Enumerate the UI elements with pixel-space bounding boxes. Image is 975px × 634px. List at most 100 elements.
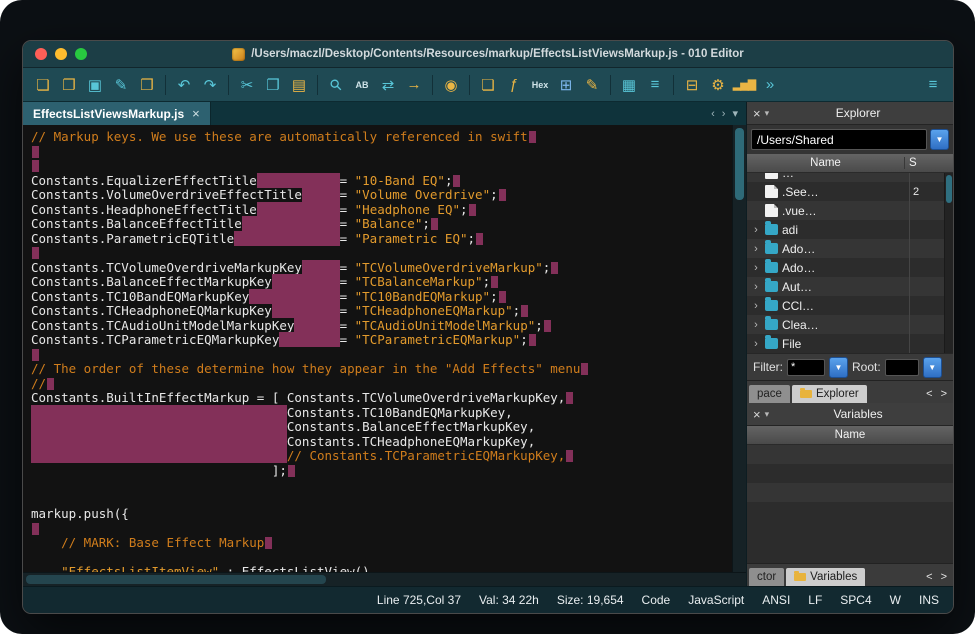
tab-variables[interactable]: Variables — [786, 568, 865, 586]
tab-inspector[interactable]: ctor — [749, 568, 784, 586]
selection-stub — [529, 131, 536, 143]
expand-chevron-icon[interactable]: › — [751, 262, 761, 274]
folder-icon — [765, 281, 778, 292]
hex-grid-icon[interactable]: ⊞ — [554, 73, 578, 97]
copy-icon[interactable]: ❐ — [261, 73, 285, 97]
editor-column: EffectsListViewsMarkup.js × ‹ › ▾ // Mar… — [23, 102, 746, 586]
code-line: Constants.HeadphoneEffectTitle = "Headph… — [31, 203, 732, 218]
editor-horizontal-scrollbar[interactable] — [23, 572, 746, 586]
paste-icon[interactable]: ▤ — [287, 73, 311, 97]
expand-chevron-icon[interactable]: › — [751, 224, 761, 236]
variables-tab-left-icon[interactable]: < — [926, 571, 932, 583]
minimize-window-button[interactable] — [55, 48, 67, 60]
tab-close-icon[interactable]: × — [192, 106, 200, 121]
menu-icon[interactable]: ≡ — [921, 73, 945, 97]
tab-explorer[interactable]: Explorer — [792, 385, 867, 403]
path-dropdown-button[interactable]: ▼ — [930, 129, 949, 150]
chart-icon[interactable]: ▂▅▇ — [732, 73, 756, 97]
selection-block — [294, 318, 339, 333]
variables-column-header: Name — [747, 426, 953, 445]
variables-name-column-header[interactable]: Name — [747, 429, 953, 441]
variables-close-icon[interactable]: × — [753, 407, 761, 422]
tools-icon[interactable]: ⚙ — [706, 73, 730, 97]
explorer-row[interactable]: .See…2 — [747, 182, 953, 201]
code-text: // Constants.TCParametricEQMarkupKey, — [287, 448, 565, 463]
edit-grid-icon[interactable]: ✎ — [580, 73, 604, 97]
variables-tab-right-icon[interactable]: > — [941, 571, 947, 583]
table-view-icon[interactable]: ▦ — [617, 73, 641, 97]
find-text-icon[interactable]: AB — [350, 73, 374, 97]
code-text: Constants.TCParametricEQMarkupKey — [31, 332, 279, 347]
explorer-row[interactable]: ›Ado… — [747, 239, 953, 258]
title-bar[interactable]: /Users/maczl/Desktop/Contents/Resources/… — [23, 41, 953, 68]
open-folder-icon[interactable]: ❐ — [57, 73, 81, 97]
toolbar-separator — [228, 75, 229, 95]
status-item: Line 725,Col 37 — [377, 593, 461, 607]
panel-tab-left-icon[interactable]: < — [926, 388, 932, 400]
desktop-backdrop: /Users/maczl/Desktop/Contents/Resources/… — [0, 0, 975, 634]
root-dropdown-button[interactable]: ▼ — [923, 357, 942, 378]
hex-mode-icon[interactable]: Hex — [528, 73, 552, 97]
panel-tab-right-icon[interactable]: > — [941, 388, 947, 400]
calculator-icon[interactable]: ⊟ — [680, 73, 704, 97]
compare-icon[interactable]: ◉ — [439, 73, 463, 97]
code-line — [31, 246, 732, 261]
expand-chevron-icon[interactable]: › — [751, 281, 761, 293]
code-area[interactable]: // Markup keys. We use these are automat… — [23, 125, 732, 572]
explorer-row[interactable]: ›Ado… — [747, 258, 953, 277]
vertical-scrollbar-thumb[interactable] — [735, 128, 744, 200]
explorer-scrollbar[interactable] — [944, 173, 953, 353]
scripts-icon[interactable]: ƒ — [502, 73, 526, 97]
more-tools-icon[interactable]: » — [758, 73, 782, 97]
save-icon[interactable]: ▣ — [83, 73, 107, 97]
code-line: Constants.BalanceEffectMarkupKey, — [31, 420, 732, 435]
goto-icon[interactable]: → — [402, 73, 426, 97]
code-text: Constants.TCHeadphoneEQMarkupKey, — [287, 434, 535, 449]
expand-chevron-icon[interactable]: › — [751, 338, 761, 350]
code-line: Constants.TC10BandEQMarkupKey = "TC10Ban… — [31, 290, 732, 305]
code-text: "10-Band EQ" — [355, 173, 445, 188]
selection-stub — [32, 160, 39, 172]
explorer-row[interactable]: ›Clea… — [747, 315, 953, 334]
tab-workspace[interactable]: pace — [749, 385, 790, 403]
tab-effectslistviewsmarkup[interactable]: EffectsListViewsMarkup.js × — [23, 102, 211, 125]
horizontal-scrollbar-thumb[interactable] — [26, 575, 326, 584]
find-icon[interactable]: ⚲ — [319, 68, 353, 102]
path-combo-box[interactable]: /Users/Shared — [751, 129, 927, 150]
expand-chevron-icon[interactable]: › — [751, 243, 761, 255]
folder-icon — [765, 262, 778, 273]
tab-scroll-left-icon[interactable]: ‹ — [711, 108, 715, 120]
explorer-scrollbar-thumb[interactable] — [946, 175, 952, 203]
expand-chevron-icon[interactable]: › — [751, 319, 761, 331]
filter-input[interactable] — [787, 359, 825, 376]
save-as-icon[interactable]: ✎ — [109, 73, 133, 97]
undo-icon[interactable]: ↶ — [172, 73, 196, 97]
replace-icon[interactable]: ⇄ — [376, 73, 400, 97]
templates-icon[interactable]: ❏ — [476, 73, 500, 97]
explorer-row[interactable]: ›adi — [747, 220, 953, 239]
explorer-row[interactable]: ›CCl… — [747, 296, 953, 315]
redo-icon[interactable]: ↷ — [198, 73, 222, 97]
tab-scroll-right-icon[interactable]: › — [722, 108, 726, 120]
explorer-row[interactable]: … — [747, 173, 953, 182]
zoom-window-button[interactable] — [75, 48, 87, 60]
code-text: "TC10BandEQMarkup" — [355, 289, 490, 304]
size-column-header[interactable]: S — [904, 157, 953, 169]
filter-dropdown-button[interactable]: ▼ — [829, 357, 848, 378]
expand-chevron-icon[interactable]: › — [751, 300, 761, 312]
explorer-close-icon[interactable]: × — [753, 106, 761, 121]
explorer-row[interactable]: ›File — [747, 334, 953, 353]
save-all-icon[interactable]: ❒ — [135, 73, 159, 97]
root-input[interactable] — [885, 359, 919, 376]
explorer-row[interactable]: ›Aut… — [747, 277, 953, 296]
list-view-icon[interactable]: ≡ — [643, 73, 667, 97]
explorer-row[interactable]: .vue… — [747, 201, 953, 220]
code-text: = — [340, 173, 355, 188]
editor-vertical-scrollbar[interactable] — [732, 125, 746, 572]
close-window-button[interactable] — [35, 48, 47, 60]
variables-list — [747, 445, 953, 521]
new-file-icon[interactable]: ❏ — [31, 73, 55, 97]
name-column-header[interactable]: Name — [747, 157, 904, 169]
tab-list-icon[interactable]: ▾ — [732, 107, 738, 120]
cut-icon[interactable]: ✂ — [235, 73, 259, 97]
